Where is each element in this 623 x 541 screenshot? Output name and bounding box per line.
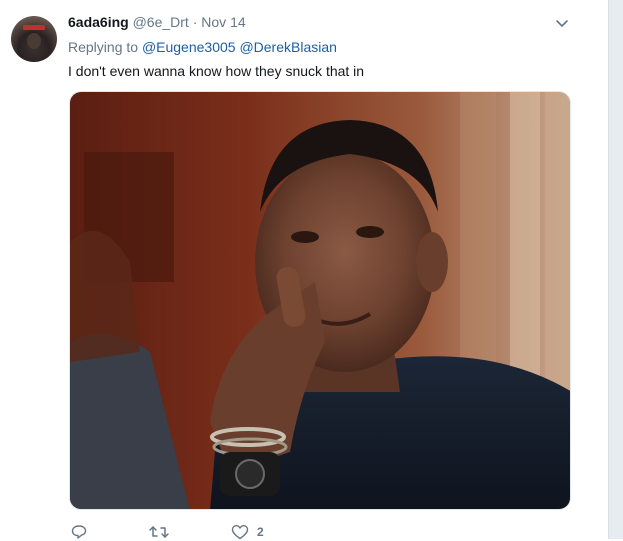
replying-to: Replying to @Eugene3005 @DerekBlasian — [68, 38, 337, 56]
retweet-icon — [149, 524, 169, 540]
user-handle[interactable]: @6e_Drt — [133, 14, 189, 30]
reply-button[interactable] — [71, 523, 87, 541]
avatar-figure — [27, 33, 41, 49]
avatar-badge — [23, 25, 45, 30]
tweet-text: I don't even wanna know how they snuck t… — [68, 63, 365, 79]
header-separator: · — [192, 14, 198, 30]
avatar[interactable] — [11, 16, 57, 62]
tweet-header: 6ada6ing @6e_Drt · Nov 14 — [68, 13, 246, 31]
heart-icon — [231, 524, 249, 540]
tweet-timestamp[interactable]: Nov 14 — [201, 14, 245, 30]
like-count: 2 — [257, 525, 264, 539]
reply-icon — [71, 524, 87, 540]
like-button[interactable]: 2 — [231, 523, 264, 541]
chevron-down-icon[interactable] — [553, 14, 571, 32]
tweet-photo[interactable] — [69, 91, 571, 510]
retweet-button[interactable] — [149, 523, 169, 541]
tweet: 6ada6ing @6e_Drt · Nov 14 Replying to @E… — [0, 0, 609, 541]
mention-link[interactable]: @Eugene3005 — [142, 39, 236, 55]
mention-link[interactable]: @DerekBlasian — [239, 39, 336, 55]
user-fullname[interactable]: 6ada6ing — [68, 14, 129, 30]
replying-to-label: Replying to — [68, 39, 139, 55]
window-edge — [608, 0, 623, 539]
